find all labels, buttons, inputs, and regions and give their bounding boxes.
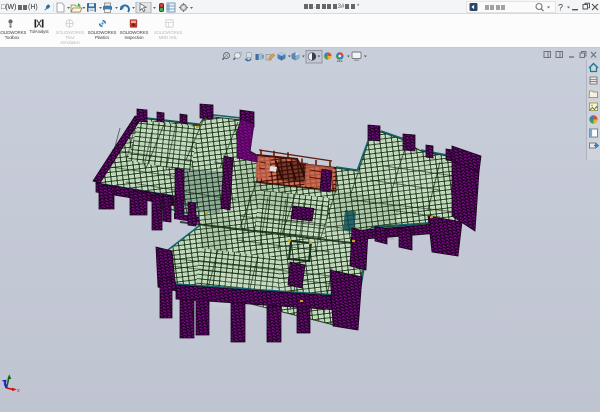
svg-text:x: x bbox=[17, 388, 20, 394]
